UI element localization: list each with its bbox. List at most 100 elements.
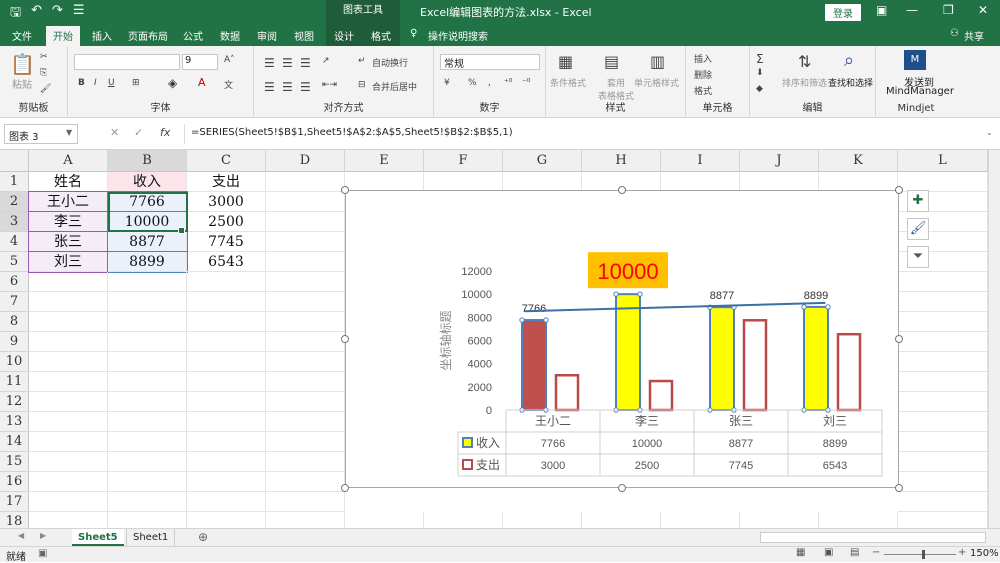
cell[interactable]: [108, 352, 187, 372]
cell[interactable]: [898, 452, 988, 472]
number-format-select[interactable]: 常规: [440, 54, 540, 70]
cell[interactable]: [266, 232, 345, 252]
redo-icon[interactable]: ↷: [52, 3, 63, 25]
cell-style-icon[interactable]: ▥: [650, 52, 665, 71]
resize-handle[interactable]: [618, 186, 626, 194]
cell[interactable]: [29, 272, 108, 292]
minimize-icon[interactable]: —: [906, 3, 918, 17]
share-button[interactable]: 共享: [964, 28, 984, 43]
cell[interactable]: [898, 172, 988, 192]
sheet-tab-sheet5[interactable]: Sheet5: [72, 529, 124, 546]
share-icon[interactable]: ⚇: [950, 28, 959, 39]
column-header[interactable]: B: [108, 150, 187, 172]
next-sheet-icon[interactable]: ▶: [40, 531, 46, 540]
undo-icon[interactable]: ↶: [31, 3, 42, 25]
cell[interactable]: [187, 312, 266, 332]
resize-handle[interactable]: [341, 186, 349, 194]
row-header[interactable]: 1: [0, 172, 29, 192]
row-header[interactable]: 15: [0, 452, 29, 472]
find-select-icon[interactable]: ⌕: [844, 50, 854, 71]
row-header[interactable]: 9: [0, 332, 29, 352]
font-name-select[interactable]: [74, 54, 180, 70]
cell[interactable]: [819, 172, 898, 192]
cell[interactable]: [345, 172, 424, 192]
cell[interactable]: 李三: [28, 211, 109, 233]
cell[interactable]: [898, 372, 988, 392]
cell[interactable]: 王小二: [28, 191, 109, 213]
cell[interactable]: [661, 172, 740, 192]
cut-icon[interactable]: ✂: [40, 52, 48, 62]
cell[interactable]: [266, 432, 345, 452]
chart-styles-button[interactable]: 🖌: [907, 218, 929, 240]
currency-icon[interactable]: ¥: [444, 78, 450, 88]
bold-button[interactable]: B: [78, 78, 85, 88]
cell[interactable]: [29, 392, 108, 412]
orientation-icon[interactable]: ↗: [322, 56, 330, 66]
row-header[interactable]: 3: [0, 212, 29, 232]
cancel-icon[interactable]: ✕: [110, 126, 119, 139]
autosum-icon[interactable]: Σ: [756, 52, 764, 66]
restore-icon[interactable]: ❐: [943, 3, 954, 17]
column-header[interactable]: I: [661, 150, 740, 172]
zoom-in-icon[interactable]: +: [958, 547, 966, 558]
wrap-icon[interactable]: ↵: [358, 56, 366, 66]
cell[interactable]: [266, 272, 345, 292]
page-break-view-icon[interactable]: ▤: [850, 547, 859, 558]
resize-handle[interactable]: [341, 484, 349, 492]
row-header[interactable]: 13: [0, 412, 29, 432]
cell[interactable]: [898, 432, 988, 452]
login-button[interactable]: 登录: [825, 4, 861, 21]
cell[interactable]: [266, 472, 345, 492]
phonetic-icon[interactable]: 文: [224, 78, 233, 91]
cell[interactable]: [187, 472, 266, 492]
normal-view-icon[interactable]: ▦: [796, 547, 805, 558]
cell[interactable]: 6543: [187, 252, 266, 272]
merge-center-button[interactable]: 合并后居中: [372, 80, 417, 93]
cell[interactable]: [29, 452, 108, 472]
cell[interactable]: [424, 172, 503, 192]
fill-icon[interactable]: ⬇: [756, 68, 764, 78]
cell[interactable]: [187, 392, 266, 412]
wrap-text-button[interactable]: 自动换行: [372, 56, 408, 69]
column-header[interactable]: G: [503, 150, 582, 172]
cell[interactable]: [266, 212, 345, 232]
column-header[interactable]: K: [819, 150, 898, 172]
row-header[interactable]: 16: [0, 472, 29, 492]
cell[interactable]: [266, 412, 345, 432]
sort-filter-button[interactable]: 排序和筛选: [782, 76, 827, 89]
cell[interactable]: [740, 172, 819, 192]
vertical-scrollbar[interactable]: [988, 150, 1000, 528]
italic-button[interactable]: I: [94, 78, 97, 88]
cell[interactable]: [266, 452, 345, 472]
cell[interactable]: [29, 312, 108, 332]
sort-filter-icon[interactable]: ⇅: [798, 52, 811, 71]
middle-align-icon[interactable]: ☰: [282, 56, 293, 70]
cell[interactable]: [898, 352, 988, 372]
resize-handle[interactable]: [895, 186, 903, 194]
cell[interactable]: [29, 332, 108, 352]
borders-icon[interactable]: ⊞: [132, 78, 140, 88]
cell[interactable]: [266, 192, 345, 212]
horizontal-scrollbar[interactable]: [760, 532, 986, 543]
cell[interactable]: [187, 412, 266, 432]
cell[interactable]: [187, 272, 266, 292]
cell[interactable]: [187, 432, 266, 452]
cell[interactable]: [898, 492, 988, 512]
cell[interactable]: [503, 172, 582, 192]
cell[interactable]: [266, 352, 345, 372]
underline-button[interactable]: U: [108, 78, 115, 88]
cell[interactable]: [898, 272, 988, 292]
row-header[interactable]: 7: [0, 292, 29, 312]
column-header[interactable]: C: [187, 150, 266, 172]
cell[interactable]: 8877: [107, 231, 188, 253]
row-header[interactable]: 12: [0, 392, 29, 412]
add-sheet-icon[interactable]: ⊕: [198, 530, 208, 544]
prev-sheet-icon[interactable]: ◀: [18, 531, 24, 540]
zoom-level[interactable]: 150%: [970, 548, 999, 559]
comma-icon[interactable]: ,: [488, 78, 491, 88]
cell[interactable]: 支出: [187, 172, 266, 192]
increase-decimal-icon[interactable]: ⁺⁰: [504, 78, 512, 88]
select-all-corner[interactable]: [0, 150, 29, 172]
tab-file[interactable]: 文件: [12, 28, 32, 43]
tab-design[interactable]: 设计: [334, 28, 354, 43]
